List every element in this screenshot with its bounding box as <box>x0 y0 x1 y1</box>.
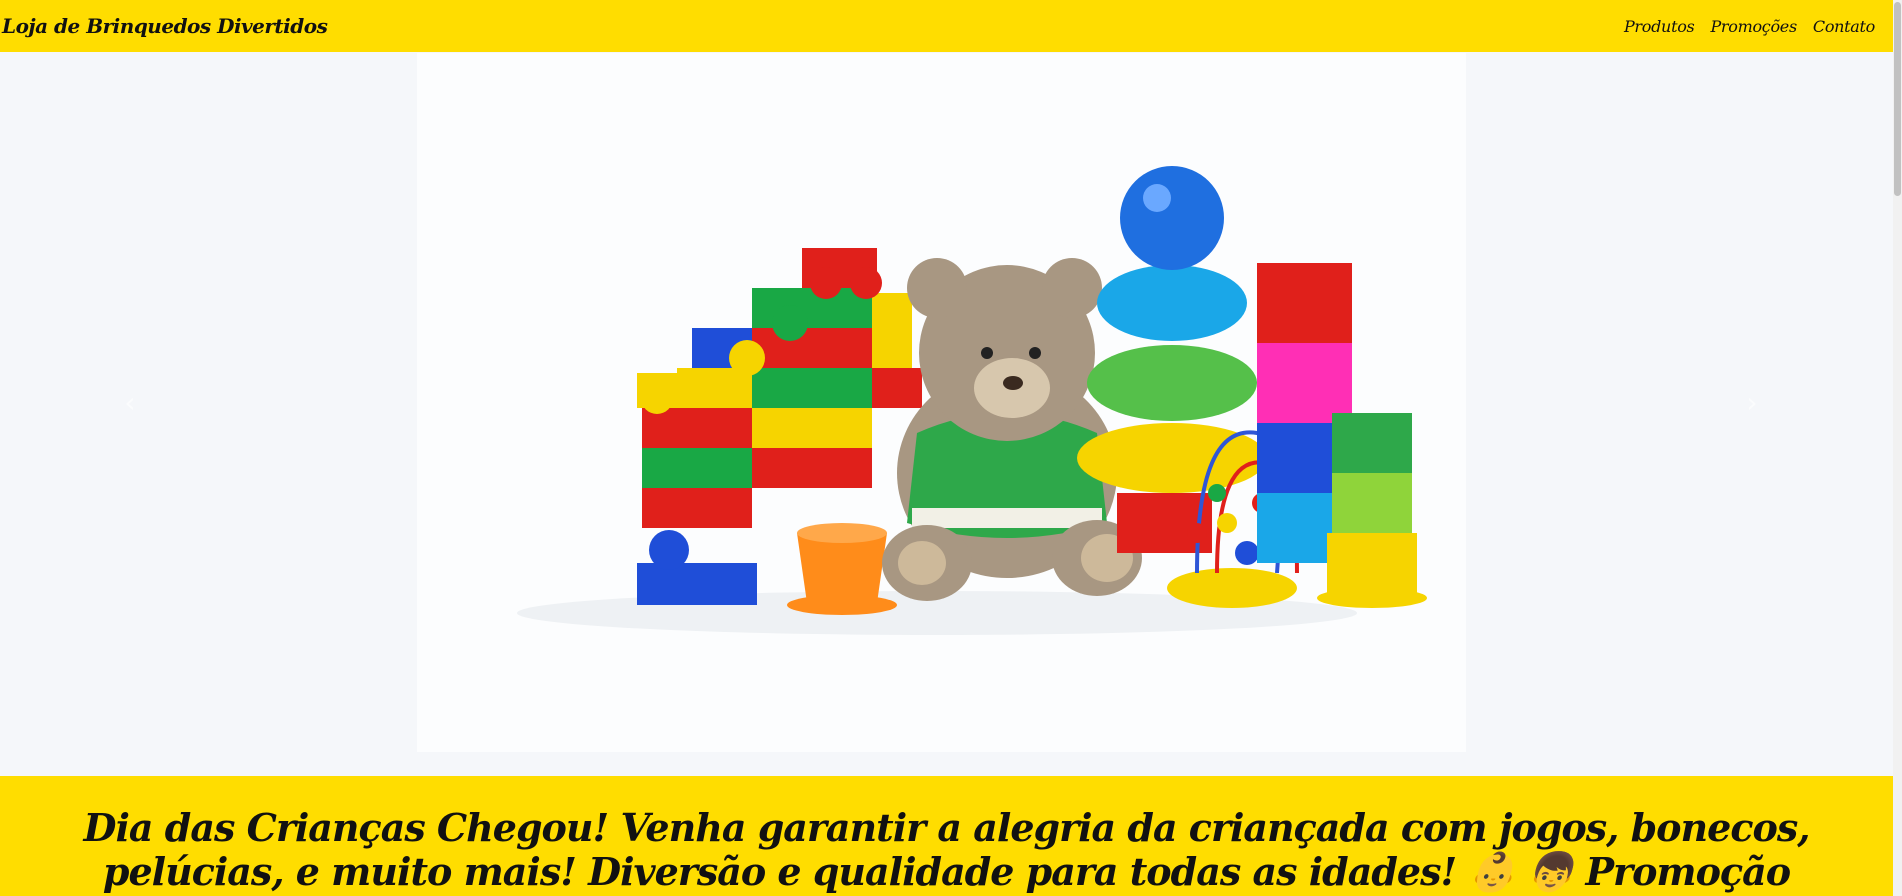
page-scrollbar[interactable] <box>1893 0 1902 896</box>
chevron-right-icon: › <box>1746 385 1758 419</box>
carousel-next-button[interactable]: › <box>1732 382 1772 422</box>
nav-link-produtos[interactable]: Produtos <box>1624 17 1695 36</box>
toys-photo <box>417 53 1466 752</box>
brand-logo-link[interactable]: Loja de Brinquedos Divertidos <box>0 14 328 38</box>
hero-carousel: ‹ › <box>0 52 1893 775</box>
carousel-slide-image <box>417 53 1466 752</box>
nav-link-contato[interactable]: Contato <box>1813 17 1875 36</box>
chevron-left-icon: ‹ <box>124 385 136 419</box>
main-nav: Produtos Promoções Contato <box>1624 17 1893 36</box>
orange-cup <box>787 523 897 615</box>
top-navbar: Loja de Brinquedos Divertidos Produtos P… <box>0 0 1893 52</box>
scrollbar-thumb[interactable] <box>1894 2 1901 196</box>
carousel-prev-button[interactable]: ‹ <box>110 382 150 422</box>
nav-link-promocoes[interactable]: Promoções <box>1710 17 1797 36</box>
promo-banner: Dia das Crianças Chegou! Venha garantir … <box>0 776 1893 896</box>
promo-message: Dia das Crianças Chegou! Venha garantir … <box>83 805 1811 896</box>
